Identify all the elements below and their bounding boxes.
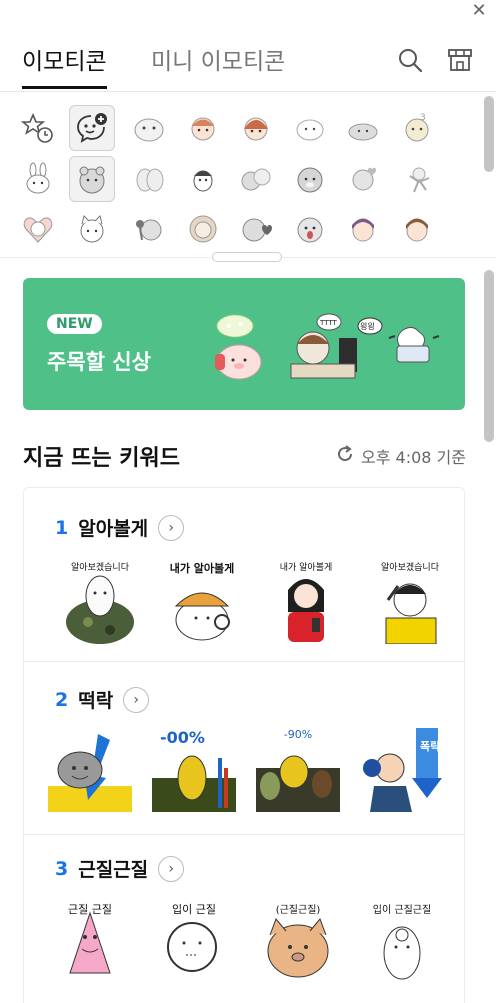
- tab-emoticon[interactable]: 이모티콘: [22, 42, 107, 89]
- store-icon[interactable]: [446, 46, 474, 74]
- sticker-brown-dog[interactable]: (근질근질): [256, 901, 340, 985]
- keyword-header[interactable]: 2 떡락 ›: [55, 686, 150, 713]
- refresh-icon[interactable]: [335, 444, 355, 468]
- emoticon-gold-blob[interactable]: 3: [394, 105, 440, 151]
- add-emoticon-icon[interactable]: [69, 105, 115, 151]
- sticker-boxer-crash[interactable]: 폭락: [360, 728, 444, 812]
- new-badge: NEW: [47, 314, 102, 334]
- emoticon-gray-ghosts[interactable]: [126, 156, 172, 202]
- keyword-header[interactable]: 3 근질근질 ›: [55, 855, 185, 882]
- sticker-caption: -00%: [160, 728, 205, 747]
- emoticon-white-cat[interactable]: [69, 206, 115, 252]
- tab-bar: 이모티콘 미니 이모티콘: [0, 30, 496, 92]
- recent-star-icon[interactable]: [15, 105, 61, 151]
- emoticon-orange-hair-boy[interactable]: [394, 206, 440, 252]
- emoticon-picker: 3: [0, 93, 496, 258]
- sticker-caption: -90%: [283, 728, 313, 741]
- keyword-row: 1 알아볼게 › 알아보겠습니다 내가 알아볼게 내가 알아볼게 알아보겠습니다: [24, 488, 464, 660]
- tab-mini-emoticon[interactable]: 미니 이모티콘: [151, 42, 285, 76]
- new-arrivals-banner[interactable]: NEW 주목할 신상 TTTT 읭읭: [23, 278, 465, 410]
- emoticon-rose-bear[interactable]: [126, 206, 172, 252]
- sticker-yellow-bird-chart[interactable]: -00%: [152, 728, 236, 812]
- keyword-label: 떡락: [78, 690, 114, 712]
- search-icon[interactable]: [396, 46, 424, 74]
- emoticon-gray-seal[interactable]: [287, 206, 333, 252]
- sticker-caption: (근질근질): [275, 905, 321, 916]
- banner-title: 주목할 신상: [47, 350, 151, 374]
- chevron-right-icon[interactable]: ›: [158, 514, 185, 541]
- keyword-label: 알아볼게: [78, 518, 149, 540]
- svg-text:3: 3: [420, 113, 426, 123]
- emoticon-gray-duo[interactable]: [233, 156, 279, 202]
- emoticon-gray-bear-selected[interactable]: [69, 156, 115, 202]
- emoticon-white-rabbit[interactable]: [15, 156, 61, 202]
- emoticon-red-hair-girl[interactable]: [233, 105, 279, 151]
- emoticon-gray-dancer[interactable]: [394, 156, 440, 202]
- sticker-red-girl-phone[interactable]: 내가 알아볼게: [264, 560, 348, 644]
- keyword-rank: 2: [55, 688, 69, 711]
- emoticon-white-blob[interactable]: [287, 105, 333, 151]
- keyword-header[interactable]: 1 알아볼게 ›: [55, 514, 185, 541]
- sticker-caption: 근질 근질: [68, 903, 112, 916]
- keywords-timestamp: 오후 4:08 기준: [361, 448, 466, 467]
- sticker-white-ghost[interactable]: 입이 근질: [152, 901, 236, 985]
- trending-keywords-title: 지금 뜨는 키워드: [23, 446, 180, 471]
- emoticon-white-seal[interactable]: [126, 105, 172, 151]
- emoticon-heart-kid[interactable]: [15, 206, 61, 252]
- emoticon-red-hair-kid[interactable]: [180, 105, 226, 151]
- sticker-pink-patrick[interactable]: 근질 근질: [48, 901, 132, 985]
- sticker-gray-blob-down-arrow[interactable]: [48, 728, 132, 812]
- speech-bubble: 읭읭: [357, 317, 383, 335]
- sticker-caption: 내가 알아볼게: [169, 562, 235, 575]
- sticker-caption: 내가 알아볼게: [279, 563, 333, 573]
- banner-bubble-1: TTTT: [319, 319, 337, 327]
- sticker-soldier-seal[interactable]: 알아보겠습니다: [58, 560, 142, 644]
- keywords-card: 1 알아볼게 › 알아보겠습니다 내가 알아볼게 내가 알아볼게 알아보겠습니다…: [23, 487, 465, 1003]
- sticker-caption: 입이 근질: [172, 903, 216, 916]
- sticker-detective-blob[interactable]: 내가 알아볼게: [160, 560, 244, 644]
- chevron-right-icon[interactable]: ›: [123, 686, 150, 713]
- sticker-saluting-officer[interactable]: 알아보겠습니다: [368, 560, 452, 645]
- keyword-row: 3 근질근질 › 근질 근질 입이 근질 (근질근질) 입이 근질근질: [24, 834, 464, 1003]
- sticker-egg-character[interactable]: 입이 근질근질: [360, 901, 444, 985]
- emoticon-gray-bear[interactable]: [287, 156, 333, 202]
- picker-resize-handle[interactable]: [212, 252, 282, 262]
- keyword-label: 근질근질: [78, 859, 149, 881]
- close-button[interactable]: ✕: [470, 2, 488, 20]
- emoticon-gray-bear-heart[interactable]: [233, 206, 279, 252]
- office-worker-illustration: TTTT: [290, 313, 357, 379]
- emoticon-gray-hearts[interactable]: [340, 156, 386, 202]
- emoticon-gray-hamster[interactable]: [340, 105, 386, 151]
- picker-scrollbar[interactable]: [484, 96, 494, 172]
- sticker-dropping-birds[interactable]: -90%: [256, 728, 340, 812]
- main-scrollbar[interactable]: [484, 270, 494, 442]
- sticker-caption: 알아보겠습니다: [71, 563, 129, 573]
- emoticon-purple-hair-boy[interactable]: [340, 206, 386, 252]
- sticker-caption: 폭락: [420, 740, 440, 753]
- emoticon-dark-penguin[interactable]: [180, 156, 226, 202]
- keyword-rank: 1: [55, 516, 69, 539]
- rice-ball-illustration: [388, 326, 440, 363]
- pig-character-illustration: [215, 314, 262, 380]
- keyword-rank: 3: [55, 857, 69, 880]
- emoticon-beige-lion[interactable]: [180, 206, 226, 252]
- sticker-caption: 알아보겠습니다: [381, 563, 439, 573]
- chevron-right-icon[interactable]: ›: [158, 855, 185, 882]
- keyword-row: 2 떡락 › -00% -90% 폭락: [24, 661, 464, 833]
- keywords-refresh[interactable]: 오후 4:08 기준: [335, 444, 466, 468]
- banner-bubble-2: 읭읭: [360, 322, 375, 331]
- sticker-caption: 입이 근질근질: [372, 905, 432, 916]
